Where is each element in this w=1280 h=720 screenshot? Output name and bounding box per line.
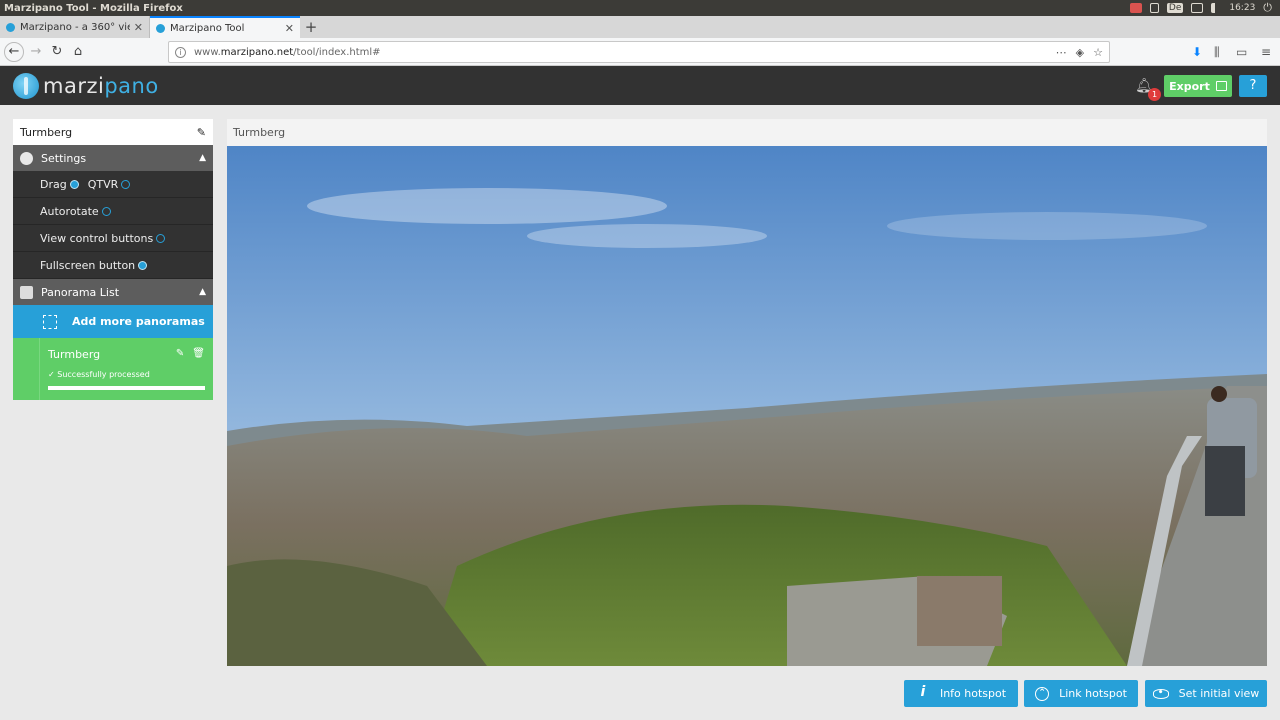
marzipano-logo[interactable]: marzipano bbox=[13, 72, 159, 100]
panorama-name: Turmberg bbox=[48, 348, 101, 361]
project-name: Turmberg bbox=[20, 125, 73, 139]
url-bar[interactable]: i www.marzipano.net/tool/index.html# ⋯ ◈… bbox=[168, 41, 1110, 63]
collapse-caret-icon[interactable]: ▲ bbox=[199, 287, 206, 297]
camera-icon[interactable] bbox=[1129, 3, 1142, 13]
add-panoramas-label: Add more panoramas bbox=[72, 315, 205, 328]
qtvr-label: QTVR bbox=[87, 177, 119, 191]
os-title-bar: Marzipano Tool - Mozilla Firefox De 16:2… bbox=[0, 0, 1280, 16]
project-name-row[interactable]: Turmberg ✎ bbox=[13, 119, 213, 145]
clock[interactable]: 16:23 bbox=[1229, 3, 1255, 13]
settings-row-control-mode: Drag QTVR bbox=[13, 171, 213, 198]
set-initial-view-button[interactable]: • Set initial view bbox=[1145, 680, 1267, 707]
settings-section-header[interactable]: Settings ▲ bbox=[13, 145, 213, 171]
fullscreen-button-toggle[interactable]: Fullscreen button bbox=[13, 252, 213, 279]
browser-tab-strip: Marzipano - a 360° viewer for the m ✕ Ma… bbox=[0, 16, 1280, 38]
fullscreen-radio[interactable] bbox=[138, 260, 148, 270]
home-icon[interactable]: ⌂ bbox=[68, 42, 88, 62]
drag-label: Drag bbox=[40, 177, 67, 191]
tab-label: Marzipano Tool bbox=[170, 22, 245, 34]
marzipano-favicon-icon bbox=[6, 22, 15, 32]
page-actions-icon[interactable]: ⋯ bbox=[1056, 46, 1067, 59]
battery-icon[interactable] bbox=[1191, 3, 1204, 13]
view-control-radio[interactable] bbox=[156, 233, 166, 243]
processing-progress-bar bbox=[48, 386, 205, 390]
downloads-icon[interactable]: ⬇ bbox=[1192, 42, 1202, 62]
aperture-icon bbox=[20, 151, 33, 165]
tab-label: Marzipano - a 360° viewer for the m bbox=[20, 21, 130, 33]
back-arrow-icon[interactable]: ← bbox=[4, 42, 24, 62]
info-hotspot-button[interactable]: i Info hotspot bbox=[904, 680, 1018, 707]
browser-tab-marzipano-tool[interactable]: Marzipano Tool ✕ bbox=[150, 16, 300, 38]
notification-count-badge: 1 bbox=[1148, 88, 1161, 101]
edit-pencil-icon[interactable]: ✎ bbox=[176, 348, 184, 359]
panorama-list-item[interactable]: Turmberg ✎ 🗑︎ ✓ Successfully processed bbox=[13, 338, 213, 400]
sidebar-toggle-icon[interactable]: ▭ bbox=[1236, 42, 1247, 62]
panorama-status: ✓ Successfully processed bbox=[48, 370, 150, 379]
volume-icon[interactable] bbox=[1211, 3, 1221, 13]
drag-option[interactable]: Drag bbox=[40, 178, 79, 191]
add-panoramas-button[interactable]: Add more panoramas bbox=[13, 305, 213, 338]
view-control-label: View control buttons bbox=[40, 231, 154, 245]
fullscreen-label: Fullscreen button bbox=[40, 258, 136, 272]
add-selection-icon bbox=[43, 314, 57, 329]
settings-label: Settings bbox=[41, 151, 87, 165]
reload-icon[interactable]: ↻ bbox=[47, 42, 67, 62]
info-icon: i bbox=[920, 683, 926, 700]
autorotate-toggle[interactable]: Autorotate bbox=[13, 198, 213, 225]
drag-radio[interactable] bbox=[69, 179, 79, 189]
window-title: Marzipano Tool - Mozilla Firefox bbox=[4, 2, 183, 14]
set-initial-view-label: Set initial view bbox=[1178, 687, 1260, 700]
qtvr-option[interactable]: QTVR bbox=[88, 178, 131, 191]
keyboard-layout-indicator[interactable]: De bbox=[1166, 3, 1184, 13]
new-tab-button[interactable]: + bbox=[300, 16, 322, 38]
viewer-title: Turmberg bbox=[227, 119, 1267, 146]
marzipano-drop-icon bbox=[13, 73, 39, 99]
close-tab-icon[interactable]: ✕ bbox=[285, 22, 294, 35]
site-info-icon[interactable]: i bbox=[175, 46, 186, 58]
app-header: marzipano 🔔︎ 1 Export ? bbox=[0, 66, 1280, 105]
panorama-list-section-header[interactable]: Panorama List ▲ bbox=[13, 279, 213, 305]
eye-icon: • bbox=[1152, 688, 1169, 699]
url-actions: ⋯ ◈ ☆ bbox=[1056, 42, 1103, 62]
browser-tab-marzipano-home[interactable]: Marzipano - a 360° viewer for the m ✕ bbox=[0, 16, 150, 38]
export-label: Export bbox=[1169, 79, 1210, 93]
panorama-image[interactable] bbox=[227, 146, 1267, 666]
library-icon[interactable]: ⫼ bbox=[1214, 42, 1220, 62]
collapse-caret-icon[interactable]: ▲ bbox=[199, 153, 206, 163]
drag-handle[interactable] bbox=[13, 338, 40, 400]
network-icon[interactable] bbox=[1149, 3, 1159, 13]
panorama-actions: ✎ 🗑︎ bbox=[176, 348, 205, 359]
qtvr-radio[interactable] bbox=[121, 179, 131, 189]
link-hotspot-button[interactable]: ⌃ Link hotspot bbox=[1024, 680, 1138, 707]
panorama-viewer[interactable] bbox=[227, 146, 1267, 666]
pocket-icon[interactable]: ◈ bbox=[1076, 46, 1084, 59]
panorama-list-label: Panorama List bbox=[41, 285, 120, 299]
system-tray: De 16:23 ⏻ bbox=[1129, 0, 1272, 16]
bookmark-star-icon[interactable]: ☆ bbox=[1093, 46, 1103, 59]
url-text[interactable]: www.marzipano.net/tool/index.html# bbox=[194, 47, 381, 58]
close-tab-icon[interactable]: ✕ bbox=[134, 21, 143, 34]
browser-nav-bar: ← → ↻ ⌂ i www.marzipano.net/tool/index.h… bbox=[0, 38, 1280, 66]
link-arrow-icon: ⌃ bbox=[1035, 686, 1050, 701]
export-button[interactable]: Export bbox=[1164, 75, 1232, 97]
view-control-buttons-toggle[interactable]: View control buttons bbox=[13, 225, 213, 252]
marzipano-favicon-icon bbox=[156, 23, 165, 33]
sidebar: Turmberg ✎ Settings ▲ Drag QTVR Autorota… bbox=[13, 119, 213, 400]
menu-hamburger-icon[interactable]: ≡ bbox=[1261, 42, 1271, 62]
help-button[interactable]: ? bbox=[1239, 75, 1267, 97]
forward-arrow-icon[interactable]: → bbox=[26, 42, 46, 62]
info-hotspot-label: Info hotspot bbox=[939, 687, 1007, 700]
logo-wordmark: marzipano bbox=[43, 74, 159, 98]
edit-pencil-icon[interactable]: ✎ bbox=[197, 126, 206, 139]
image-icon bbox=[20, 285, 33, 299]
link-hotspot-label: Link hotspot bbox=[1059, 687, 1127, 700]
export-icon bbox=[1215, 81, 1227, 91]
autorotate-label: Autorotate bbox=[40, 204, 99, 218]
trash-icon[interactable]: 🗑︎ bbox=[192, 348, 205, 359]
autorotate-radio[interactable] bbox=[101, 206, 111, 216]
notifications-bell-icon[interactable]: 🔔︎ 1 bbox=[1131, 75, 1161, 101]
power-icon[interactable]: ⏻ bbox=[1263, 1, 1272, 15]
